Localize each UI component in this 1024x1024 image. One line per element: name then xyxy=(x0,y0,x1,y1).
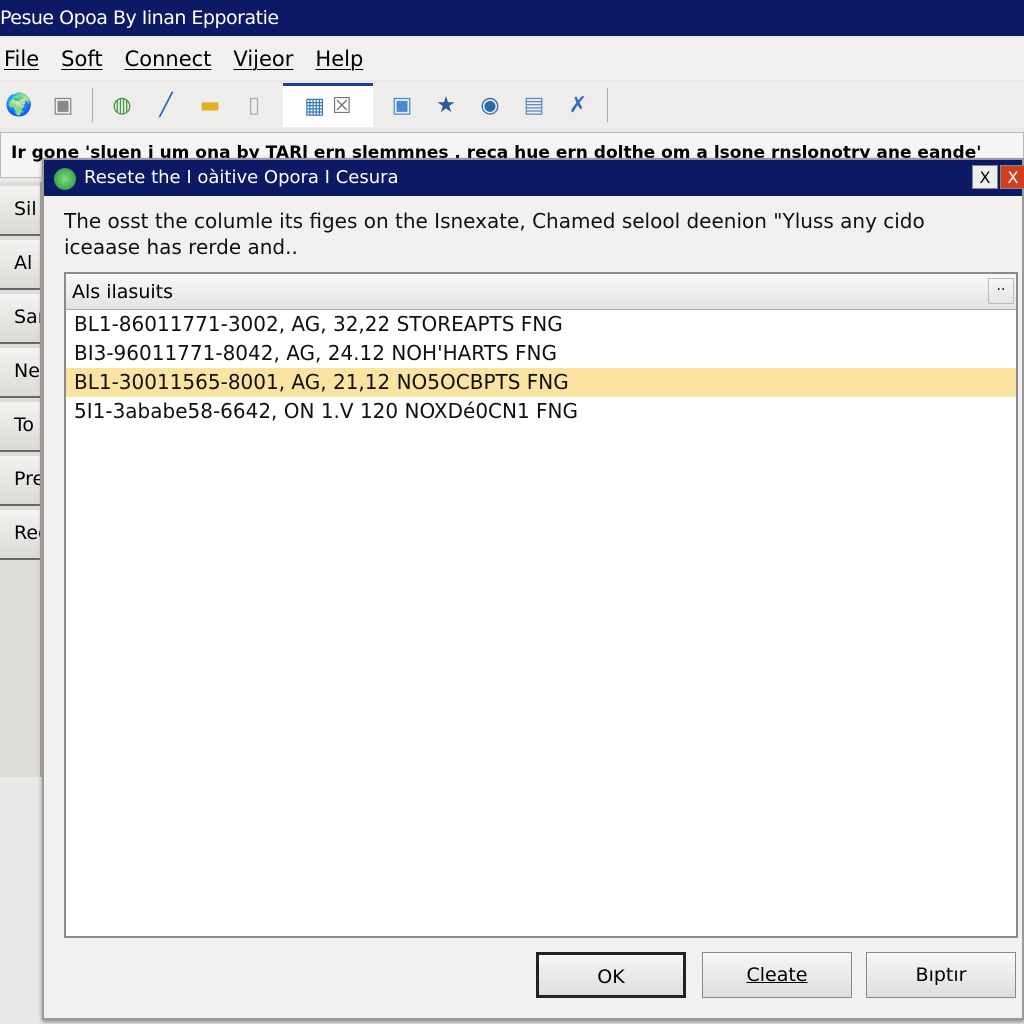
results-list[interactable]: Als ilasuits ·· BL1-86011771-3002, AG, 3… xyxy=(64,272,1018,938)
list-item[interactable]: BL1-86011771-3002, AG, 32,22 STOREAPTS F… xyxy=(66,310,1016,339)
sidebar-button[interactable]: Rec xyxy=(0,510,40,560)
sidebar-button[interactable]: Sar xyxy=(0,294,40,344)
toolbar-separator xyxy=(92,88,93,122)
globe-icon[interactable]: ◍ xyxy=(107,90,137,120)
list-item[interactable]: BI3-96011771-8042, AG, 24.12 NOH'HARTS F… xyxy=(66,339,1016,368)
list-item[interactable]: 5I1-3ababe58-6642, ON 1.V 120 NOXDé0CN1 … xyxy=(66,397,1016,426)
panel-icon[interactable]: ▬ xyxy=(195,90,225,120)
close-button[interactable]: X xyxy=(972,165,998,189)
message-line: iceaase has rerde and.. xyxy=(64,235,298,259)
dialog-title: Resete the I oàitive Opora I Cesura xyxy=(84,167,399,188)
menu-connect[interactable]: Connect xyxy=(125,47,212,71)
results-dialog: Resete the I oàitive Opora I Cesura X X … xyxy=(42,158,1024,1020)
list-item-selected[interactable]: BL1-30011565-8001, AG, 21,12 NO5OCBPTS F… xyxy=(66,368,1016,397)
column-options-button[interactable]: ·· xyxy=(988,278,1014,304)
sidebar-button[interactable]: Nev xyxy=(0,348,40,398)
dialog-message: The osst the columle its figes on the Is… xyxy=(64,208,925,260)
menu-bar: File Soft Connect Vijeor Help xyxy=(0,38,1024,80)
menu-file[interactable]: File xyxy=(4,47,39,71)
dialog-title-bar: Resete the I oàitive Opora I Cesura X X xyxy=(44,160,1024,196)
document-gear-icon[interactable]: ▤ xyxy=(519,90,549,120)
sidebar-button[interactable]: Pre xyxy=(0,456,40,506)
toolbar-separator xyxy=(607,88,608,122)
sidebar: Sil Al R Sar Nev To Pre Rec xyxy=(0,182,42,777)
close-icon[interactable]: X xyxy=(1000,165,1024,189)
other-button[interactable]: Bıptır xyxy=(866,952,1016,998)
document-icon[interactable]: ▣ xyxy=(48,90,78,120)
message-line: The osst the columle its figes on the Is… xyxy=(64,209,925,233)
pen-icon[interactable]: ╱ xyxy=(151,90,181,120)
window-icon[interactable]: ▣ xyxy=(387,90,417,120)
sidebar-button[interactable]: Sil xyxy=(0,186,40,236)
app-title: Pesue Opoa By Iinan Epporatie xyxy=(0,7,279,29)
sidebar-button[interactable]: To xyxy=(0,402,40,452)
refresh-globe-icon[interactable]: ◉ xyxy=(475,90,505,120)
blank-page-icon[interactable]: ▯ xyxy=(239,90,269,120)
menu-soft[interactable]: Soft xyxy=(61,47,102,71)
menu-view[interactable]: Vijeor xyxy=(233,47,293,71)
list-header-label: Als ilasuits xyxy=(72,281,173,303)
app-title-bar: Pesue Opoa By Iinan Epporatie xyxy=(0,0,1024,36)
star-folder-icon[interactable]: ★ xyxy=(431,90,461,120)
dialog-app-icon xyxy=(54,168,76,190)
menu-help[interactable]: Help xyxy=(315,47,363,71)
ok-button[interactable]: OK xyxy=(536,952,686,998)
image-icon[interactable]: ▦ ☒ xyxy=(283,83,373,127)
create-button[interactable]: Cleate xyxy=(702,952,852,998)
tools-icon[interactable]: ✗ xyxy=(563,90,593,120)
list-header[interactable]: Als ilasuits ·· xyxy=(66,274,1016,310)
toolbar: 🌍 ▣ ◍ ╱ ▬ ▯ ▦ ☒ ▣ ★ ◉ ▤ ✗ xyxy=(0,82,1024,128)
globe-folder-icon[interactable]: 🌍 xyxy=(4,90,34,120)
sidebar-button[interactable]: Al R xyxy=(0,240,40,290)
